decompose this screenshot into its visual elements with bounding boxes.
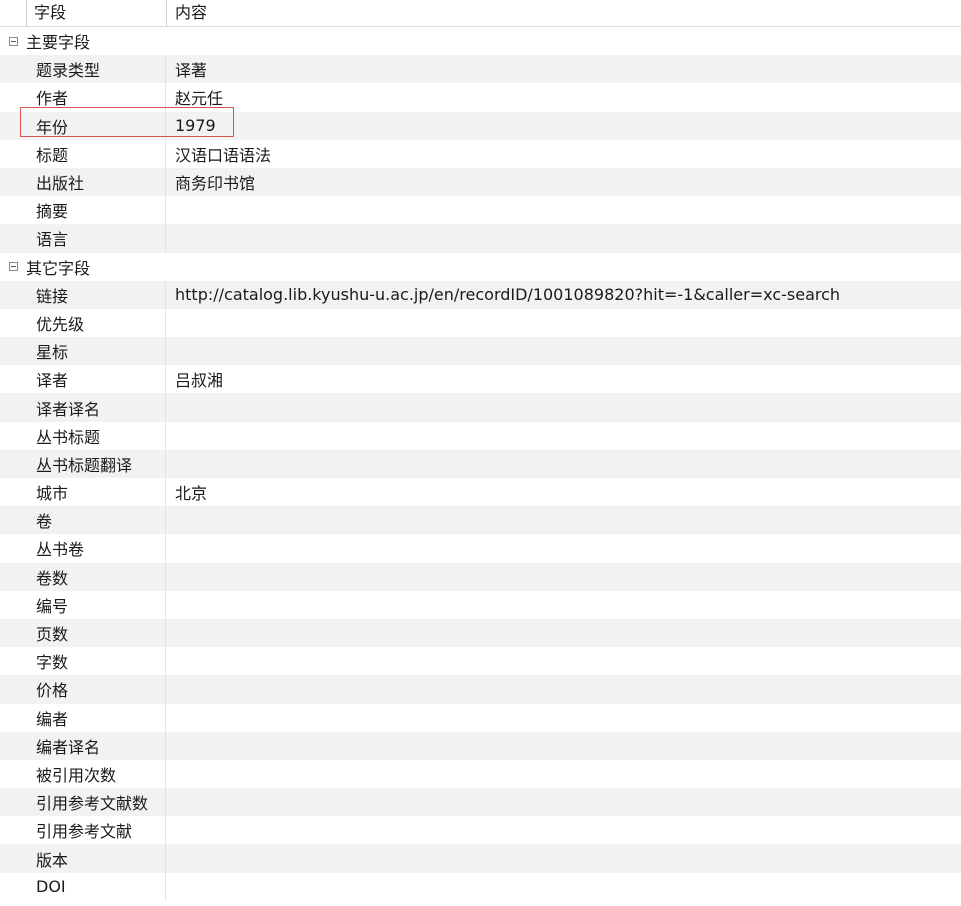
field-row[interactable]: 题录类型 译著 xyxy=(0,55,961,84)
field-row[interactable]: 年份 1979 xyxy=(0,111,961,140)
group-label: 主要字段 xyxy=(26,33,91,53)
field-name: DOI xyxy=(26,872,166,901)
field-name: 引用参考文献数 xyxy=(26,788,166,817)
field-name: 译者 xyxy=(26,365,166,394)
field-value[interactable]: 吕叔湘 xyxy=(166,367,961,391)
field-value[interactable]: 汉语口语语法 xyxy=(166,142,961,166)
header-value-column[interactable]: 内容 xyxy=(167,0,961,26)
field-row[interactable]: 版本 xyxy=(0,844,961,873)
property-grid: 字段 内容 主要字段 题录类型 译著 作者 赵元任 年份 1979 标题 汉语口语语法 出版社 商务… xyxy=(0,0,961,906)
field-name: 编者 xyxy=(26,703,166,732)
field-row[interactable]: 丛书卷 xyxy=(0,534,961,563)
header-gutter xyxy=(0,0,27,26)
field-row[interactable]: 优先级 xyxy=(0,308,961,338)
field-name: 版本 xyxy=(26,844,166,873)
field-value[interactable]: 商务印书馆 xyxy=(166,170,961,194)
field-name: 丛书标题翻译 xyxy=(26,449,166,478)
field-name: 译者译名 xyxy=(26,393,166,422)
field-name: 星标 xyxy=(26,337,166,366)
field-name: 城市 xyxy=(26,478,166,507)
field-name: 作者 xyxy=(26,83,166,112)
header-field-column[interactable]: 字段 xyxy=(27,0,167,26)
group-header[interactable]: 主要字段 xyxy=(0,27,961,55)
field-name: 题录类型 xyxy=(26,55,166,84)
grid-rows: 主要字段 题录类型 译著 作者 赵元任 年份 1979 标题 汉语口语语法 出版社 商务印书馆 摘要语… xyxy=(0,27,961,901)
field-name: 引用参考文献 xyxy=(26,816,166,845)
field-row[interactable]: 标题 汉语口语语法 xyxy=(0,139,961,168)
field-row[interactable]: 卷 xyxy=(0,506,961,535)
field-name: 摘要 xyxy=(26,196,166,225)
field-row[interactable]: 页数 xyxy=(0,618,961,648)
minus-box-icon xyxy=(8,262,18,272)
field-name: 编者译名 xyxy=(26,731,166,760)
field-name: 丛书标题 xyxy=(26,421,166,450)
field-name: 出版社 xyxy=(26,167,166,197)
field-row[interactable]: 丛书标题 xyxy=(0,421,961,450)
field-row[interactable]: 城市 北京 xyxy=(0,478,961,507)
field-value[interactable]: 北京 xyxy=(166,480,961,504)
field-name: 价格 xyxy=(26,675,166,704)
field-value[interactable]: 译著 xyxy=(166,57,961,81)
field-value[interactable]: 1979 xyxy=(166,116,961,135)
grid-header: 字段 内容 xyxy=(0,0,961,27)
minus-box-icon xyxy=(8,36,18,46)
field-name: 卷数 xyxy=(26,562,166,591)
field-name: 页数 xyxy=(26,618,166,648)
field-row[interactable]: DOI xyxy=(0,872,961,901)
field-row[interactable]: 语言 xyxy=(0,224,961,253)
field-name: 优先级 xyxy=(26,308,166,338)
field-row[interactable]: 出版社 商务印书馆 xyxy=(0,167,961,197)
group-header[interactable]: 其它字段 xyxy=(0,253,961,281)
field-name: 编号 xyxy=(26,590,166,619)
collapse-toggle-icon[interactable] xyxy=(0,36,24,46)
field-value[interactable]: http://catalog.lib.kyushu-u.ac.jp/en/rec… xyxy=(166,285,961,304)
field-row[interactable]: 引用参考文献 xyxy=(0,816,961,845)
field-row[interactable]: 编号 xyxy=(0,590,961,619)
field-row[interactable]: 链接 http://catalog.lib.kyushu-u.ac.jp/en/r… xyxy=(0,280,961,309)
field-row[interactable]: 被引用次数 xyxy=(0,759,961,789)
field-value[interactable]: 赵元任 xyxy=(166,85,961,109)
field-row[interactable]: 星标 xyxy=(0,337,961,366)
field-name: 被引用次数 xyxy=(26,759,166,789)
field-name: 丛书卷 xyxy=(26,534,166,563)
field-row[interactable]: 丛书标题翻译 xyxy=(0,449,961,478)
field-row[interactable]: 译者译名 xyxy=(0,393,961,422)
field-name: 标题 xyxy=(26,139,166,168)
field-row[interactable]: 价格 xyxy=(0,675,961,704)
field-row[interactable]: 字数 xyxy=(0,647,961,676)
field-name: 字数 xyxy=(26,647,166,676)
collapse-toggle-icon[interactable] xyxy=(0,262,24,272)
field-row[interactable]: 译者 吕叔湘 xyxy=(0,365,961,394)
field-name: 链接 xyxy=(26,280,166,309)
field-row[interactable]: 摘要 xyxy=(0,196,961,225)
field-name: 语言 xyxy=(26,224,166,253)
field-row[interactable]: 编者译名 xyxy=(0,731,961,760)
field-name: 卷 xyxy=(26,506,166,535)
group-label: 其它字段 xyxy=(26,258,91,278)
field-row[interactable]: 作者 赵元任 xyxy=(0,83,961,112)
field-row[interactable]: 卷数 xyxy=(0,562,961,591)
field-name: 年份 xyxy=(26,111,166,140)
field-row[interactable]: 引用参考文献数 xyxy=(0,788,961,817)
field-row[interactable]: 编者 xyxy=(0,703,961,732)
